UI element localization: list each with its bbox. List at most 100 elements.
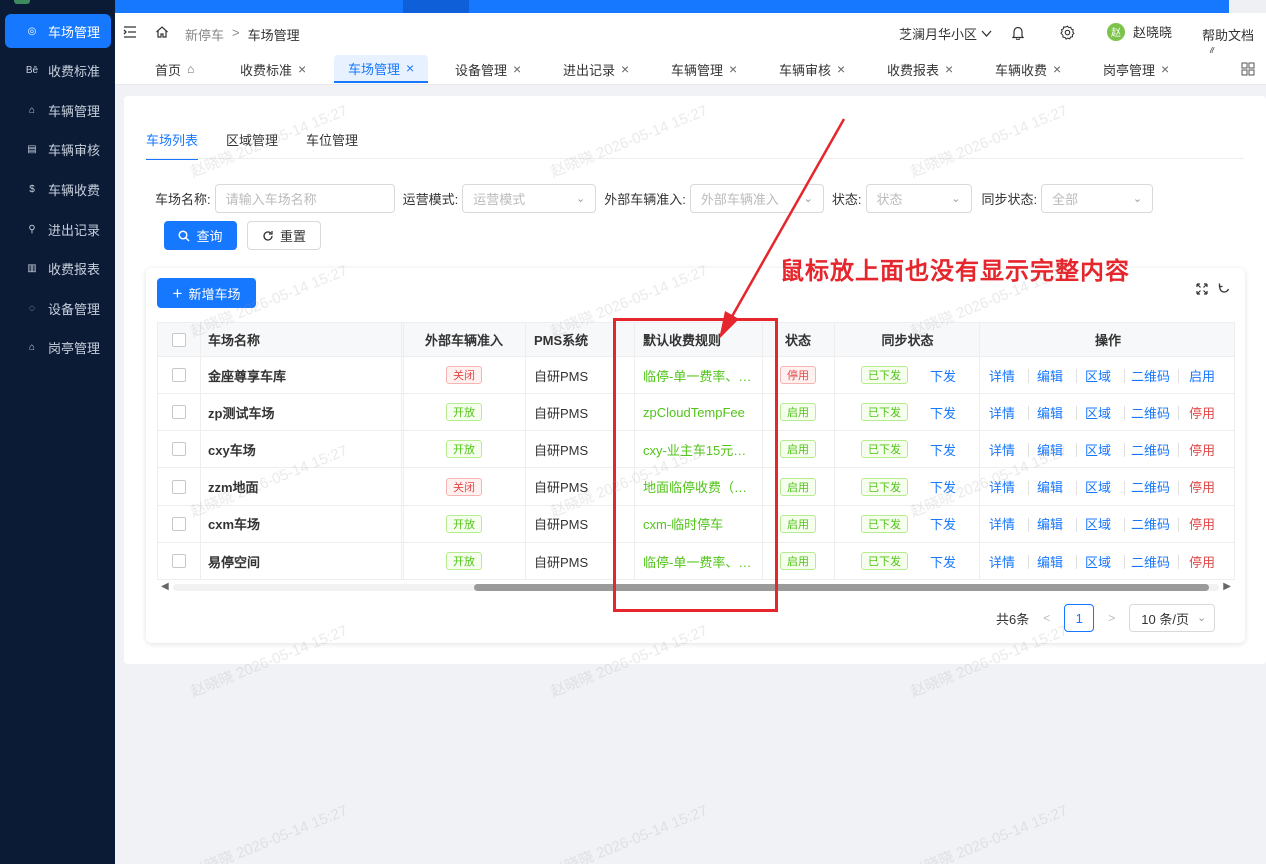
menu-fold-icon[interactable] [123,25,137,39]
close-icon[interactable]: × [837,61,845,77]
op-link-0[interactable]: 详情 [989,440,1015,459]
tab-0[interactable]: 首页 ⌂ [141,55,208,83]
tab-3[interactable]: 设备管理 × [441,55,535,83]
op-link-2[interactable]: 区域 [1085,477,1111,496]
row-checkbox[interactable] [172,405,186,420]
fullscreen-icon[interactable] [1195,282,1209,296]
op-link-3[interactable]: 二维码 [1131,403,1170,422]
sidebar-item-5[interactable]: ⚲ 进出记录 [5,212,111,246]
sync-select[interactable]: 全部 ⌄ [1041,183,1154,213]
status-select[interactable]: 状态 ⌄ [865,183,972,213]
op-link-2[interactable]: 区域 [1085,552,1111,571]
op-link-2[interactable]: 区域 [1085,366,1111,385]
op-link-3[interactable]: 二维码 [1131,477,1170,496]
tab-4[interactable]: 进出记录 × [549,55,643,83]
op-link-3[interactable]: 二维码 [1131,514,1170,533]
scroll-left-icon[interactable]: ◀ [161,581,169,592]
op-link-0[interactable]: 详情 [989,552,1015,571]
sidebar-item-4[interactable]: $ 车辆收费 [5,172,111,206]
close-icon[interactable]: × [298,61,306,77]
select-all-checkbox[interactable] [172,332,186,347]
close-icon[interactable]: × [1053,61,1061,77]
op-link-0[interactable]: 详情 [989,477,1015,496]
gear-icon[interactable] [1060,25,1075,40]
op-link-1[interactable]: 编辑 [1037,440,1063,459]
op-link-1[interactable]: 编辑 [1037,403,1063,422]
op-link-1[interactable]: 编辑 [1037,514,1063,533]
tab-2[interactable]: 车场管理 × [334,55,429,83]
sidebar-item-3[interactable]: ▤ 车辆审核 [5,133,111,167]
close-icon[interactable]: × [406,60,414,76]
dispatch-link[interactable]: 下发 [930,366,956,385]
tab-8[interactable]: 车辆收费 × [981,55,1075,83]
row-checkbox[interactable] [172,554,186,568]
op-link-0[interactable]: 详情 [989,403,1015,422]
user-menu[interactable]: 赵 赵晓晓 [1107,22,1172,41]
row-checkbox[interactable] [172,442,186,457]
page-size-select[interactable]: 10 条/页 ⌄ [1129,604,1216,632]
reset-button[interactable]: 重置 [247,221,321,250]
tab-9[interactable]: 岗亭管理 × [1089,55,1183,83]
community-select[interactable]: 芝澜月华小区 [899,24,992,43]
next-page-icon[interactable]: > [1108,611,1115,625]
tab-1[interactable]: 收费标准 × [226,55,320,83]
op-link-4[interactable]: 启用 [1189,366,1215,385]
op-link-0[interactable]: 详情 [989,514,1015,533]
sidebar-item-6[interactable]: ▥ 收费报表 [5,252,111,286]
dispatch-link[interactable]: 下发 [930,514,956,533]
tab-7[interactable]: 收费报表 × [873,55,967,83]
tab-5[interactable]: 车辆管理 × [657,55,751,83]
home-icon[interactable] [155,25,169,39]
close-icon[interactable]: × [621,61,629,77]
close-icon[interactable]: × [513,61,521,77]
breadcrumb-root[interactable]: 新停车 [185,25,224,44]
subtab-area[interactable]: 区域管理 [226,130,278,160]
row-checkbox[interactable] [172,368,186,382]
sync-tag: 已下发 [861,403,908,422]
op-link-4[interactable]: 停用 [1189,403,1215,422]
op-link-2[interactable]: 区域 [1085,403,1111,422]
sidebar-item-8[interactable]: ⌂ 岗亭管理 [5,331,111,365]
op-link-1[interactable]: 编辑 [1037,477,1063,496]
dispatch-link[interactable]: 下发 [930,552,956,571]
row-checkbox[interactable] [172,479,186,494]
op-link-3[interactable]: 二维码 [1131,552,1170,571]
row-checkbox[interactable] [172,516,186,531]
dispatch-link[interactable]: 下发 [930,477,956,496]
sidebar-item-1[interactable]: Bē 收费标准 [5,54,111,88]
page-1[interactable]: 1 [1064,604,1095,632]
th-ext: 外部车辆准入 [424,333,503,348]
op-link-1[interactable]: 编辑 [1037,552,1063,571]
sidebar-item-0[interactable]: ◎ 车场管理 [5,14,111,48]
dispatch-link[interactable]: 下发 [930,403,956,422]
op-link-2[interactable]: 区域 [1085,514,1111,533]
close-icon[interactable]: × [1161,61,1169,77]
query-button[interactable]: 查询 [164,221,237,250]
sidebar-item-7[interactable]: ◌ 设备管理 [5,291,111,325]
op-link-2[interactable]: 区域 [1085,440,1111,459]
close-icon[interactable]: × [729,61,737,77]
sidebar-item-2[interactable]: ⌂ 车辆管理 [5,93,111,127]
op-link-4[interactable]: 停用 [1189,440,1215,459]
subtab-space[interactable]: 车位管理 [306,130,358,160]
op-link-3[interactable]: 二维码 [1131,366,1170,385]
scroll-right-icon[interactable]: ▶ [1223,581,1231,592]
op-link-3[interactable]: 二维码 [1131,440,1170,459]
op-link-4[interactable]: 停用 [1189,477,1215,496]
refresh-icon[interactable] [1217,282,1231,296]
op-link-4[interactable]: 停用 [1189,552,1215,571]
op-link-4[interactable]: 停用 [1189,514,1215,533]
tabs-grid-icon[interactable] [1241,62,1255,76]
dispatch-link[interactable]: 下发 [930,440,956,459]
scrollbar-thumb[interactable] [474,584,1209,591]
bell-icon[interactable] [1011,25,1025,40]
tab-6[interactable]: 车辆审核 × [765,55,859,83]
op-link-1[interactable]: 编辑 [1037,366,1063,385]
mode-select[interactable]: 运营模式 ⌄ [462,183,597,213]
add-lot-button[interactable]: + 新增车场 [157,278,256,308]
prev-page-icon[interactable]: < [1043,611,1050,625]
close-icon[interactable]: × [945,61,953,77]
op-link-0[interactable]: 详情 [989,366,1015,385]
subtab-lot-list[interactable]: 车场列表 [146,130,199,160]
lot-name-input[interactable]: 请输入车场名称 [214,183,395,213]
